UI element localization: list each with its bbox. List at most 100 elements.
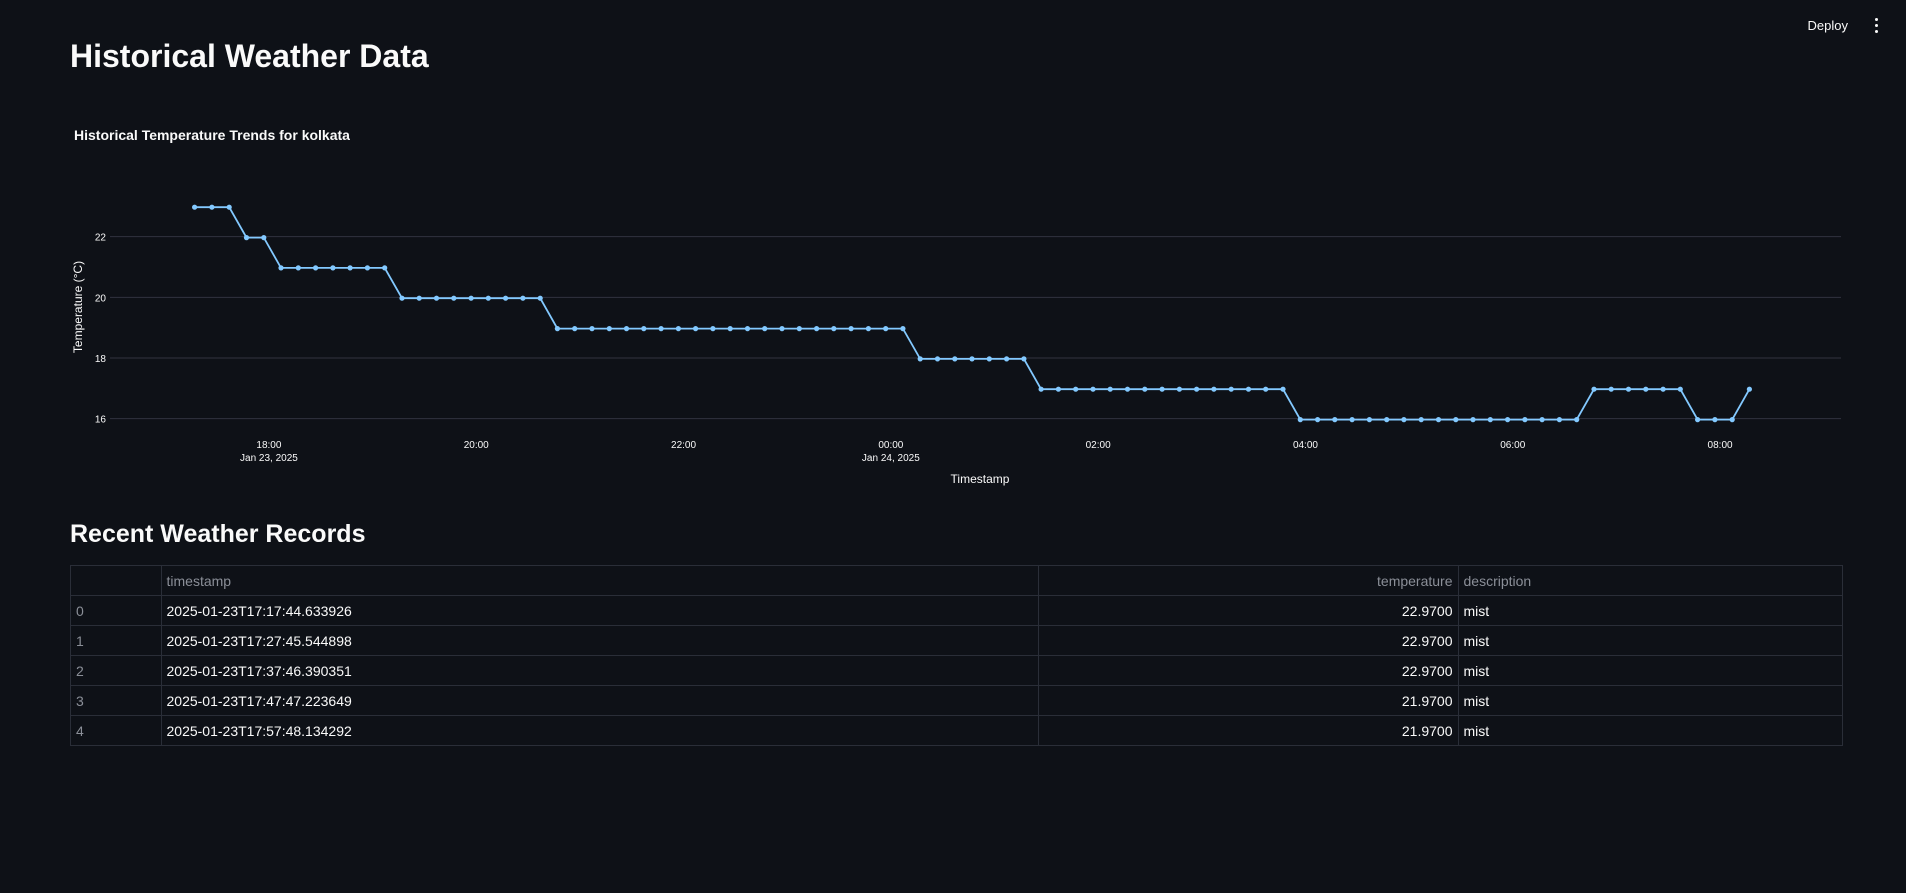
data-point[interactable] xyxy=(295,265,301,271)
cell-timestamp[interactable]: 2025-01-23T17:57:48.134292 xyxy=(161,715,1039,745)
table-row[interactable]: 3 2025-01-23T17:47:47.223649 21.9700 mis… xyxy=(71,685,1842,716)
column-header-index[interactable] xyxy=(71,566,162,596)
data-point[interactable] xyxy=(243,235,250,241)
data-point[interactable] xyxy=(330,265,336,271)
data-point[interactable] xyxy=(503,295,509,301)
cell-temperature[interactable]: 22.9700 xyxy=(1038,655,1459,686)
data-point[interactable] xyxy=(1677,386,1683,392)
data-point[interactable] xyxy=(934,356,941,362)
data-point[interactable] xyxy=(1608,386,1614,392)
data-point[interactable] xyxy=(796,326,802,332)
data-point[interactable] xyxy=(192,204,198,210)
temperature-chart[interactable]: Historical Temperature Trends for kolkat… xyxy=(0,100,1906,500)
data-point[interactable] xyxy=(917,356,923,362)
data-point[interactable] xyxy=(762,326,768,332)
cell-timestamp[interactable]: 2025-01-23T17:47:47.223649 xyxy=(161,685,1039,716)
data-point[interactable] xyxy=(209,204,215,210)
data-point[interactable] xyxy=(382,265,388,271)
data-point[interactable] xyxy=(1556,417,1562,423)
data-point[interactable] xyxy=(1366,417,1372,423)
data-point[interactable] xyxy=(1107,386,1113,392)
data-point[interactable] xyxy=(1055,386,1061,392)
data-point[interactable] xyxy=(831,326,837,332)
data-point[interactable] xyxy=(1090,386,1096,392)
data-point[interactable] xyxy=(1487,417,1493,423)
data-point[interactable] xyxy=(1349,417,1355,423)
data-point[interactable] xyxy=(623,326,630,332)
data-point[interactable] xyxy=(727,326,733,332)
data-point[interactable] xyxy=(537,295,543,301)
data-point[interactable] xyxy=(1505,417,1511,423)
data-point[interactable] xyxy=(261,235,267,241)
data-point[interactable] xyxy=(883,326,889,332)
data-point[interactable] xyxy=(1245,386,1252,392)
data-point[interactable] xyxy=(606,326,612,332)
data-point[interactable] xyxy=(1176,386,1182,392)
data-point[interactable] xyxy=(451,295,457,301)
table-row[interactable]: 1 2025-01-23T17:27:45.544898 22.9700 mis… xyxy=(71,625,1842,656)
data-point[interactable] xyxy=(1073,386,1079,392)
column-header-description[interactable]: description xyxy=(1458,566,1842,596)
cell-description[interactable]: mist xyxy=(1458,716,1842,746)
data-point[interactable] xyxy=(399,295,405,301)
table-row[interactable]: 4 2025-01-23T17:57:48.134292 21.9700 mis… xyxy=(71,715,1842,746)
data-point[interactable] xyxy=(1695,417,1701,423)
data-point[interactable] xyxy=(658,326,664,332)
data-point[interactable] xyxy=(1660,386,1666,392)
data-point[interactable] xyxy=(1539,417,1545,423)
data-point[interactable] xyxy=(848,326,854,332)
data-point[interactable] xyxy=(1712,417,1718,423)
cell-temperature[interactable]: 21.9700 xyxy=(1038,715,1459,745)
data-point[interactable] xyxy=(1453,417,1459,423)
cell-description[interactable]: mist xyxy=(1458,685,1842,716)
data-point[interactable] xyxy=(1729,417,1735,423)
data-point[interactable] xyxy=(1124,386,1131,392)
data-point[interactable] xyxy=(641,326,647,332)
data-point[interactable] xyxy=(468,295,474,301)
data-point[interactable] xyxy=(485,295,491,301)
data-point[interactable] xyxy=(1142,386,1148,392)
data-point[interactable] xyxy=(744,326,751,332)
data-point[interactable] xyxy=(1004,356,1010,362)
data-point[interactable] xyxy=(1435,417,1442,423)
table-row[interactable]: 0 2025-01-23T17:17:44.633926 22.9700 mis… xyxy=(71,595,1842,626)
data-point[interactable] xyxy=(1159,386,1165,392)
data-point[interactable] xyxy=(1591,386,1597,392)
cell-description[interactable]: mist xyxy=(1458,655,1842,686)
data-point[interactable] xyxy=(779,326,785,332)
data-point[interactable] xyxy=(554,326,561,332)
cell-temperature[interactable]: 22.9700 xyxy=(1038,625,1459,656)
data-point[interactable] xyxy=(364,265,370,271)
data-point[interactable] xyxy=(1625,386,1632,392)
data-point[interactable] xyxy=(969,356,975,362)
data-point[interactable] xyxy=(1384,417,1390,423)
data-point[interactable] xyxy=(865,326,872,332)
data-point[interactable] xyxy=(710,326,716,332)
data-point[interactable] xyxy=(572,326,578,332)
column-header-temperature[interactable]: temperature xyxy=(1038,566,1459,596)
cell-description[interactable]: mist xyxy=(1458,595,1842,626)
data-point[interactable] xyxy=(1228,386,1234,392)
data-point[interactable] xyxy=(1211,386,1217,392)
data-point[interactable] xyxy=(416,295,422,301)
cell-description[interactable]: mist xyxy=(1458,625,1842,656)
data-point[interactable] xyxy=(1574,417,1580,423)
data-point[interactable] xyxy=(520,295,526,301)
data-point[interactable] xyxy=(1315,417,1321,423)
data-point[interactable] xyxy=(1297,417,1303,423)
cell-timestamp[interactable]: 2025-01-23T17:17:44.633926 xyxy=(161,595,1039,626)
data-point[interactable] xyxy=(1643,386,1649,392)
data-point[interactable] xyxy=(313,265,319,271)
records-table[interactable]: timestamp temperature description 0 2025… xyxy=(70,565,1843,746)
data-point[interactable] xyxy=(1522,417,1528,423)
data-point[interactable] xyxy=(986,356,992,362)
data-point[interactable] xyxy=(1263,386,1269,392)
data-point[interactable] xyxy=(226,204,232,210)
data-point[interactable] xyxy=(589,326,595,332)
data-point[interactable] xyxy=(1418,417,1424,423)
deploy-button[interactable]: Deploy xyxy=(1802,14,1854,37)
cell-temperature[interactable]: 21.9700 xyxy=(1038,685,1459,716)
data-point[interactable] xyxy=(675,326,682,332)
cell-timestamp[interactable]: 2025-01-23T17:27:45.544898 xyxy=(161,625,1039,656)
data-point[interactable] xyxy=(1746,386,1752,392)
